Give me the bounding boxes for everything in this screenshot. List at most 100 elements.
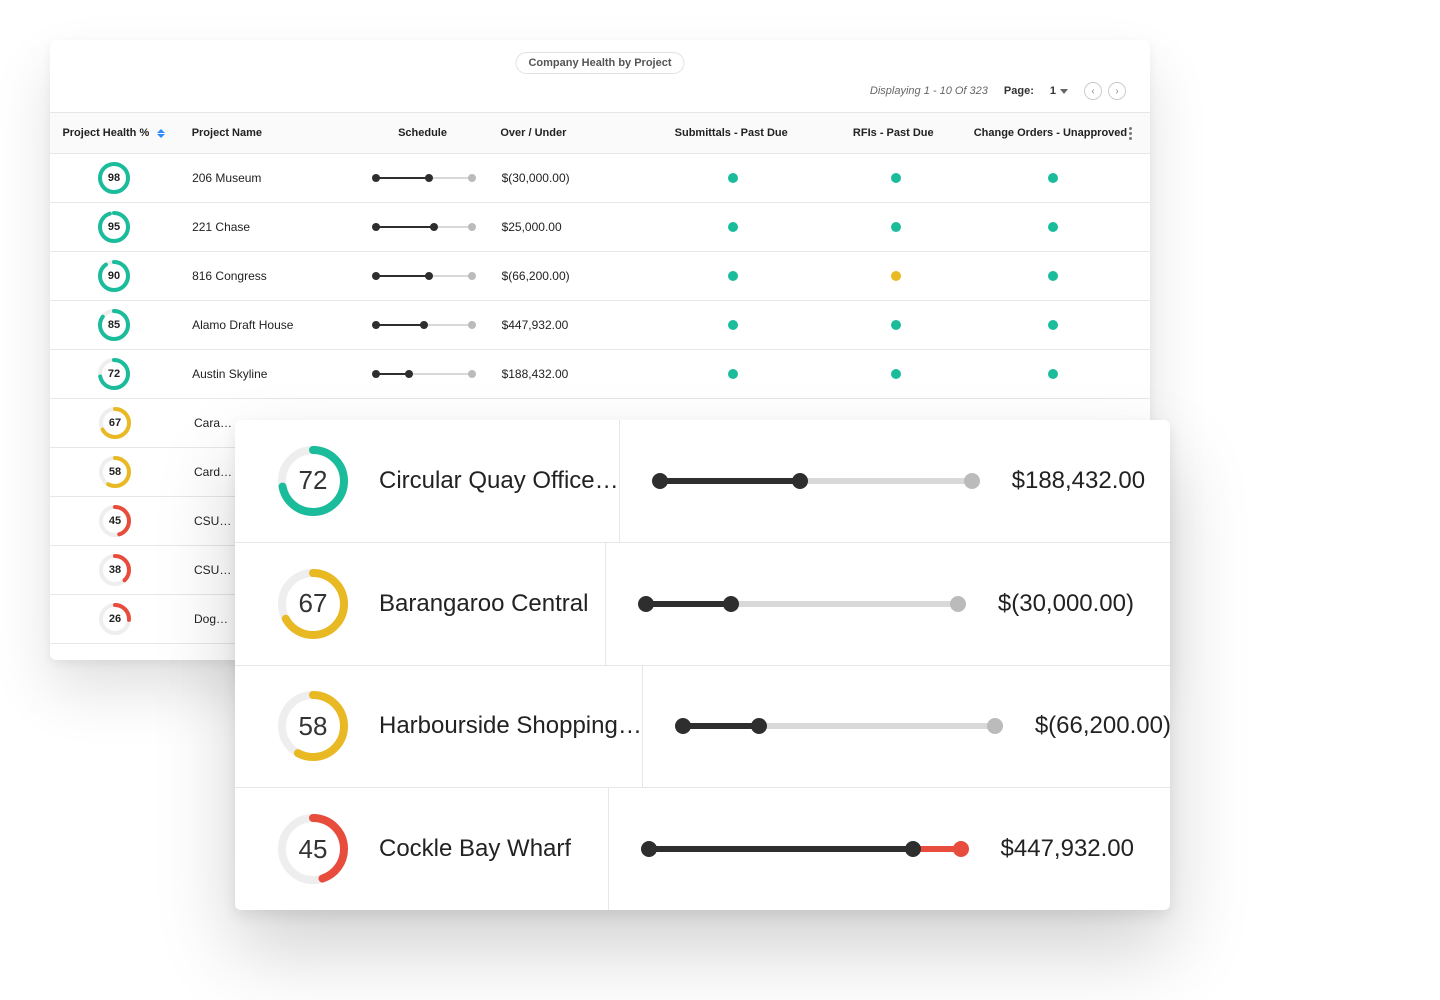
col-health[interactable]: Project Health % bbox=[50, 127, 178, 139]
col-rfis[interactable]: RFIs - Past Due bbox=[815, 127, 972, 139]
health-value: 90 bbox=[97, 259, 131, 293]
pager-nav: ‹ › bbox=[1084, 82, 1126, 100]
status-dot-icon bbox=[1048, 320, 1058, 330]
col-health-label: Project Health % bbox=[62, 127, 149, 139]
table-row[interactable]: 72 Austin Skyline $188,432.00 bbox=[50, 350, 1150, 399]
schedule-bar bbox=[374, 174, 474, 182]
schedule-bar bbox=[642, 596, 962, 612]
cell-name: Alamo Draft House bbox=[178, 318, 359, 332]
cell-overunder: $447,932.00 bbox=[488, 318, 650, 332]
detail-right: $188,432.00 bbox=[620, 420, 1170, 542]
cell-schedule bbox=[360, 370, 488, 378]
cell-overunder: $188,432.00 bbox=[488, 367, 650, 381]
cell-health: 72 bbox=[50, 357, 178, 391]
detail-left: 45 Cockle Bay Wharf bbox=[235, 788, 609, 910]
col-submittals[interactable]: Submittals - Past Due bbox=[648, 127, 815, 139]
health-value: 58 bbox=[98, 455, 132, 489]
cell-schedule bbox=[360, 321, 488, 329]
detail-right: $(66,200.00) bbox=[643, 666, 1170, 788]
health-ring-icon: 26 bbox=[98, 602, 132, 636]
health-value: 58 bbox=[277, 690, 349, 762]
detail-row[interactable]: 67 Barangaroo Central $(30,000.00) bbox=[235, 543, 1170, 666]
schedule-bar bbox=[374, 370, 474, 378]
cell-submittals bbox=[649, 222, 816, 232]
col-schedule[interactable]: Schedule bbox=[359, 127, 487, 139]
status-dot-icon bbox=[891, 320, 901, 330]
health-ring-icon: 58 bbox=[98, 455, 132, 489]
health-ring-icon: 98 bbox=[97, 161, 131, 195]
health-ring-icon: 45 bbox=[98, 504, 132, 538]
health-ring-icon: 90 bbox=[97, 259, 131, 293]
cell-health: 38 bbox=[50, 553, 180, 587]
schedule-bar bbox=[374, 321, 474, 329]
status-dot-icon bbox=[1048, 369, 1058, 379]
detail-card: 72 Circular Quay Office… $188,432.00 67 … bbox=[235, 420, 1170, 910]
schedule-bar bbox=[656, 473, 976, 489]
schedule-bar bbox=[645, 841, 965, 857]
detail-right: $(30,000.00) bbox=[606, 543, 1170, 665]
table-row[interactable]: 95 221 Chase $25,000.00 bbox=[50, 203, 1150, 252]
col-overunder[interactable]: Over / Under bbox=[486, 127, 647, 139]
health-ring-icon: 72 bbox=[277, 445, 349, 517]
cell-rfis bbox=[817, 320, 975, 330]
detail-row[interactable]: 72 Circular Quay Office… $188,432.00 bbox=[235, 420, 1170, 543]
health-value: 45 bbox=[98, 504, 132, 538]
status-dot-icon bbox=[891, 369, 901, 379]
cell-name: Austin Skyline bbox=[178, 367, 359, 381]
detail-amount: $447,932.00 bbox=[1001, 835, 1134, 863]
schedule-bar bbox=[374, 223, 474, 231]
health-ring-icon: 72 bbox=[97, 357, 131, 391]
detail-project-name: Barangaroo Central bbox=[379, 590, 588, 618]
health-ring-icon: 67 bbox=[98, 406, 132, 440]
more-menu-icon[interactable] bbox=[1129, 127, 1132, 140]
status-dot-icon bbox=[891, 222, 901, 232]
col-submittals-label: Submittals - Past Due bbox=[675, 127, 788, 139]
detail-amount: $(66,200.00) bbox=[1035, 712, 1170, 740]
health-value: 72 bbox=[97, 357, 131, 391]
cell-health: 98 bbox=[50, 161, 178, 195]
cell-submittals bbox=[649, 271, 816, 281]
cell-health: 67 bbox=[50, 406, 180, 440]
cell-rfis bbox=[817, 222, 975, 232]
col-changeorders[interactable]: Change Orders - Unapproved bbox=[972, 127, 1129, 139]
cell-overunder: $(30,000.00) bbox=[488, 171, 650, 185]
detail-project-name: Circular Quay Office… bbox=[379, 467, 619, 495]
col-rfis-label: RFIs - Past Due bbox=[853, 127, 934, 139]
col-overunder-label: Over / Under bbox=[500, 127, 566, 139]
cell-rfis bbox=[817, 271, 975, 281]
cell-schedule bbox=[360, 174, 488, 182]
health-value: 67 bbox=[98, 406, 132, 440]
cell-name: 221 Chase bbox=[178, 220, 359, 234]
cell-submittals bbox=[649, 369, 816, 379]
health-value: 38 bbox=[98, 553, 132, 587]
table-header: Project Health % Project Name Schedule O… bbox=[50, 113, 1150, 154]
detail-project-name: Cockle Bay Wharf bbox=[379, 835, 571, 863]
detail-row[interactable]: 58 Harbourside Shopping… $(66,200.00) bbox=[235, 666, 1170, 789]
health-value: 85 bbox=[97, 308, 131, 342]
pager-label: Page: bbox=[1004, 85, 1034, 97]
col-more bbox=[1129, 127, 1150, 140]
health-value: 98 bbox=[97, 161, 131, 195]
table-row[interactable]: 98 206 Museum $(30,000.00) bbox=[50, 154, 1150, 203]
next-page-button[interactable]: › bbox=[1108, 82, 1126, 100]
table-row[interactable]: 85 Alamo Draft House $447,932.00 bbox=[50, 301, 1150, 350]
detail-right: $447,932.00 bbox=[609, 788, 1170, 910]
prev-page-button[interactable]: ‹ bbox=[1084, 82, 1102, 100]
detail-left: 67 Barangaroo Central bbox=[235, 543, 606, 665]
schedule-bar bbox=[679, 718, 999, 734]
cell-overunder: $(66,200.00) bbox=[488, 269, 650, 283]
cell-rfis bbox=[817, 173, 975, 183]
health-ring-icon: 45 bbox=[277, 813, 349, 885]
status-dot-icon bbox=[891, 271, 901, 281]
detail-row[interactable]: 45 Cockle Bay Wharf $447,932.00 bbox=[235, 788, 1170, 910]
health-ring-icon: 38 bbox=[98, 553, 132, 587]
health-value: 95 bbox=[97, 210, 131, 244]
health-value: 45 bbox=[277, 813, 349, 885]
table-row[interactable]: 90 816 Congress $(66,200.00) bbox=[50, 252, 1150, 301]
col-name[interactable]: Project Name bbox=[178, 127, 359, 139]
cell-schedule bbox=[360, 223, 488, 231]
page-select[interactable]: 1 bbox=[1050, 85, 1068, 97]
status-dot-icon bbox=[728, 320, 738, 330]
status-dot-icon bbox=[728, 222, 738, 232]
cell-health: 45 bbox=[50, 504, 180, 538]
